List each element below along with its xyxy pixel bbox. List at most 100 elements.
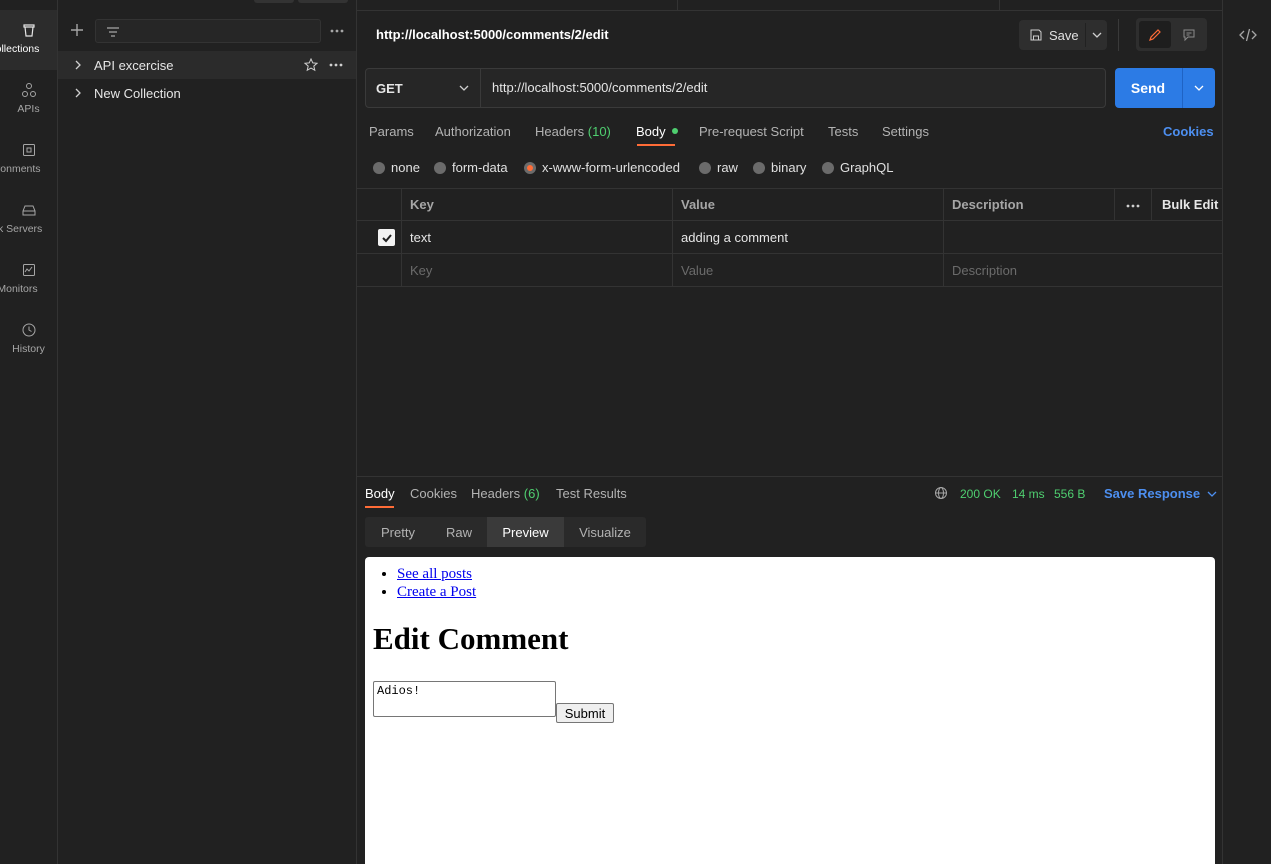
send-dropdown-button[interactable] xyxy=(1183,68,1215,108)
sidebar-more-button[interactable] xyxy=(330,24,344,38)
bulk-edit-button[interactable]: Bulk Edit xyxy=(1153,189,1222,220)
response-size[interactable]: 556 B xyxy=(1054,487,1085,501)
radio-raw[interactable]: raw xyxy=(699,160,738,175)
collections-sidebar: API excercise New Collection xyxy=(58,0,357,864)
radio-label: form-data xyxy=(452,160,508,175)
method-select[interactable]: GET xyxy=(366,69,481,107)
checkmark-icon xyxy=(381,233,392,242)
response-time[interactable]: 14 ms xyxy=(1012,487,1045,501)
row-checkbox[interactable] xyxy=(378,229,395,246)
description-cell[interactable] xyxy=(943,221,1222,253)
list-item: See all posts xyxy=(397,565,476,583)
rail-label: ck Servers xyxy=(0,223,43,235)
column-header-value: Value xyxy=(681,197,715,212)
rail-item-environments[interactable]: ironments xyxy=(0,130,57,190)
edit-mode-button[interactable] xyxy=(1139,21,1171,48)
see-all-posts-link[interactable]: See all posts xyxy=(397,566,472,582)
key-placeholder[interactable]: Key xyxy=(401,254,672,286)
save-button-group: Save xyxy=(1019,20,1107,50)
send-button[interactable]: Send xyxy=(1115,68,1181,108)
save-label: Save xyxy=(1049,27,1079,43)
radio-none[interactable]: none xyxy=(373,160,420,175)
tab-params[interactable]: Params xyxy=(369,124,414,139)
collections-icon xyxy=(22,24,35,37)
divider xyxy=(1114,189,1115,220)
radio-circle xyxy=(753,161,765,174)
collection-name: New Collection xyxy=(94,85,181,101)
save-response-label: Save Response xyxy=(1104,486,1201,501)
more-icon[interactable] xyxy=(329,58,343,72)
star-icon[interactable] xyxy=(304,58,318,72)
url-input[interactable]: http://localhost:5000/comments/2/edit xyxy=(492,80,707,95)
radio-label: x-www-form-urlencoded xyxy=(542,160,680,175)
tab-settings[interactable]: Settings xyxy=(882,124,929,139)
tab-label: Headers xyxy=(471,486,521,501)
tab-body[interactable]: Body xyxy=(636,124,679,139)
mode-toggle xyxy=(1136,18,1207,51)
plus-icon xyxy=(71,24,83,36)
comment-textarea[interactable]: Adios! xyxy=(373,681,556,717)
rail-item-history[interactable]: History xyxy=(0,310,57,370)
radio-label: raw xyxy=(717,160,738,175)
cookies-link[interactable]: Cookies xyxy=(1163,124,1214,139)
create-post-link[interactable]: Create a Post xyxy=(397,584,476,600)
response-tab-test-results[interactable]: Test Results xyxy=(556,486,627,501)
search-input[interactable] xyxy=(95,19,321,43)
radio-circle xyxy=(822,161,834,174)
tab-label: Headers xyxy=(535,124,585,139)
rail-label: Monitors xyxy=(0,283,38,295)
save-response-button[interactable]: Save Response xyxy=(1104,486,1217,501)
more-icon xyxy=(330,29,344,33)
radio-binary[interactable]: binary xyxy=(753,160,806,175)
view-mode-visualize[interactable]: Visualize xyxy=(564,517,646,547)
response-tab-headers[interactable]: Headers (6) xyxy=(471,486,540,501)
value-cell[interactable]: adding a comment xyxy=(672,221,943,253)
new-collection-button[interactable] xyxy=(69,22,85,38)
rail-label: History xyxy=(12,343,45,355)
collection-item[interactable]: New Collection xyxy=(58,79,356,107)
rail-item-mock-servers[interactable]: ck Servers xyxy=(0,190,57,250)
pane-divider[interactable] xyxy=(357,476,1222,477)
view-mode-raw[interactable]: Raw xyxy=(431,517,487,547)
save-dropdown-button[interactable] xyxy=(1086,20,1107,50)
status-code[interactable]: 200 OK xyxy=(960,487,1001,501)
rail-label: ironments xyxy=(0,163,41,175)
response-tab-body[interactable]: Body xyxy=(365,486,395,501)
history-icon xyxy=(22,323,35,337)
comment-mode-button[interactable] xyxy=(1173,21,1205,48)
value-placeholder[interactable]: Value xyxy=(672,254,943,286)
code-icon[interactable] xyxy=(1239,27,1257,43)
collection-name: API excercise xyxy=(94,57,174,73)
tab-strip xyxy=(357,0,1222,11)
globe-icon[interactable] xyxy=(934,486,948,500)
radio-circle-selected xyxy=(524,161,536,174)
submit-button[interactable]: Submit xyxy=(556,703,614,723)
view-mode-preview[interactable]: Preview xyxy=(487,517,564,547)
radio-graphql[interactable]: GraphQL xyxy=(822,160,893,175)
tab-prerequest-script[interactable]: Pre-request Script xyxy=(699,124,804,139)
view-mode-pretty[interactable]: Pretty xyxy=(365,517,431,547)
collection-item[interactable]: API excercise xyxy=(58,51,356,79)
count-badge: (10) xyxy=(587,124,611,139)
radio-x-www-form-urlencoded[interactable]: x-www-form-urlencoded xyxy=(524,160,680,175)
response-tab-cookies[interactable]: Cookies xyxy=(410,486,457,501)
rail-item-collections[interactable]: ollections xyxy=(0,10,57,70)
save-icon xyxy=(1030,29,1042,41)
save-button[interactable]: Save xyxy=(1019,20,1085,50)
table-more-button[interactable] xyxy=(1126,199,1140,213)
key-cell[interactable]: text xyxy=(401,221,672,253)
radio-form-data[interactable]: form-data xyxy=(434,160,508,175)
divider xyxy=(1118,19,1119,51)
apis-icon xyxy=(21,83,36,97)
description-placeholder[interactable]: Description xyxy=(943,254,1222,286)
method-label: GET xyxy=(376,80,403,96)
mock-servers-icon xyxy=(22,205,35,216)
rail-item-monitors[interactable]: Monitors xyxy=(0,250,57,310)
active-tab-indicator xyxy=(365,506,394,508)
tab-authorization[interactable]: Authorization xyxy=(435,124,511,139)
rail-item-apis[interactable]: APIs xyxy=(0,70,57,130)
tab-headers[interactable]: Headers (10) xyxy=(535,124,611,139)
rail-label: ollections xyxy=(0,43,40,55)
tab-tests[interactable]: Tests xyxy=(828,124,858,139)
nav-list: See all posts Create a Post xyxy=(397,565,476,601)
